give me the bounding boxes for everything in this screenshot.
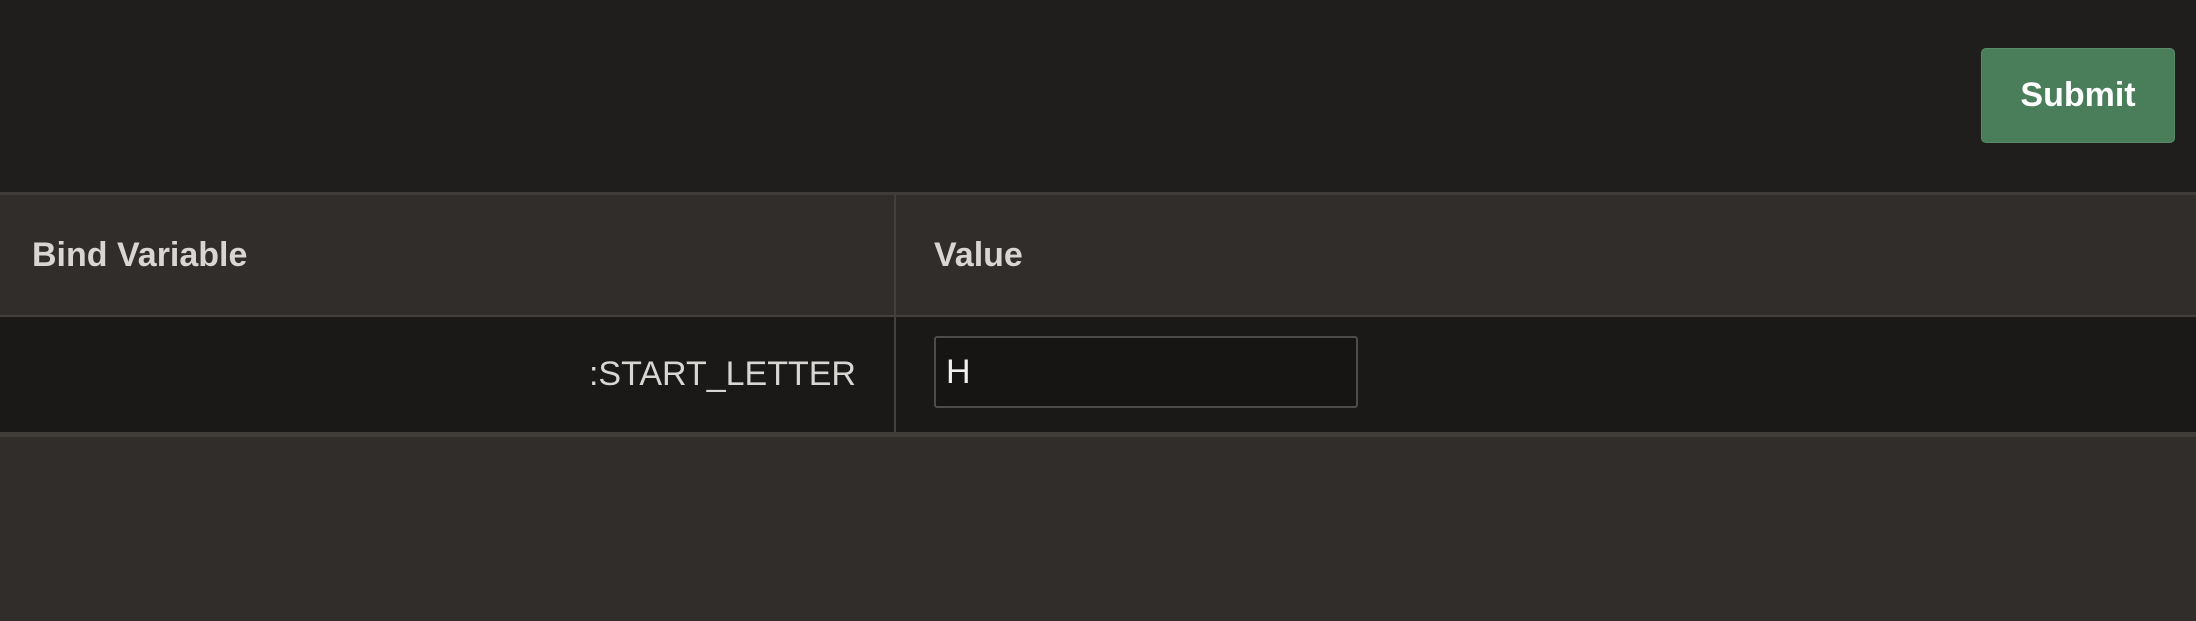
bind-value-input[interactable] (934, 336, 1358, 408)
toolbar: Submit (0, 0, 2196, 192)
table-row: :START_LETTER (0, 317, 2196, 437)
empty-panel-area (0, 440, 2196, 621)
bind-variables-table: Bind Variable Value :START_LETTER (0, 192, 2196, 440)
bind-variable-column-header: Bind Variable (0, 195, 896, 315)
table-header: Bind Variable Value (0, 195, 2196, 317)
value-column-header: Value (934, 235, 1023, 274)
bind-variable-name: :START_LETTER (0, 317, 896, 432)
submit-button[interactable]: Submit (1981, 48, 2175, 143)
